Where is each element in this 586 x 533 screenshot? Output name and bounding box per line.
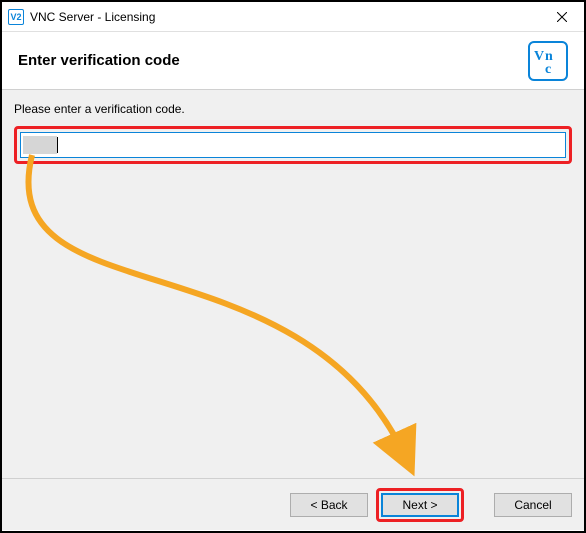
svg-text:c: c (545, 62, 551, 76)
close-button[interactable] (539, 2, 584, 31)
input-selection (23, 136, 57, 154)
next-button[interactable]: Next > (381, 493, 459, 517)
instruction-text: Please enter a verification code. (14, 102, 572, 116)
window-title: VNC Server - Licensing (30, 10, 539, 24)
cancel-button[interactable]: Cancel (494, 493, 572, 517)
content-area: Please enter a verification code. (2, 90, 584, 478)
input-highlight (14, 126, 572, 164)
next-highlight: Next > (376, 488, 464, 522)
app-icon: V2 (8, 9, 24, 25)
verification-code-input[interactable] (20, 132, 566, 158)
button-bar: < Back Next > Cancel (2, 478, 584, 530)
close-icon (557, 12, 567, 22)
page-title: Enter verification code (18, 52, 528, 69)
titlebar: V2 VNC Server - Licensing (2, 2, 584, 32)
svg-text:V: V (534, 49, 544, 64)
dialog-header: Enter verification code V n c (2, 32, 584, 90)
input-caret (57, 137, 58, 153)
vnc-logo-icon: V n c (528, 41, 568, 81)
back-button[interactable]: < Back (290, 493, 368, 517)
